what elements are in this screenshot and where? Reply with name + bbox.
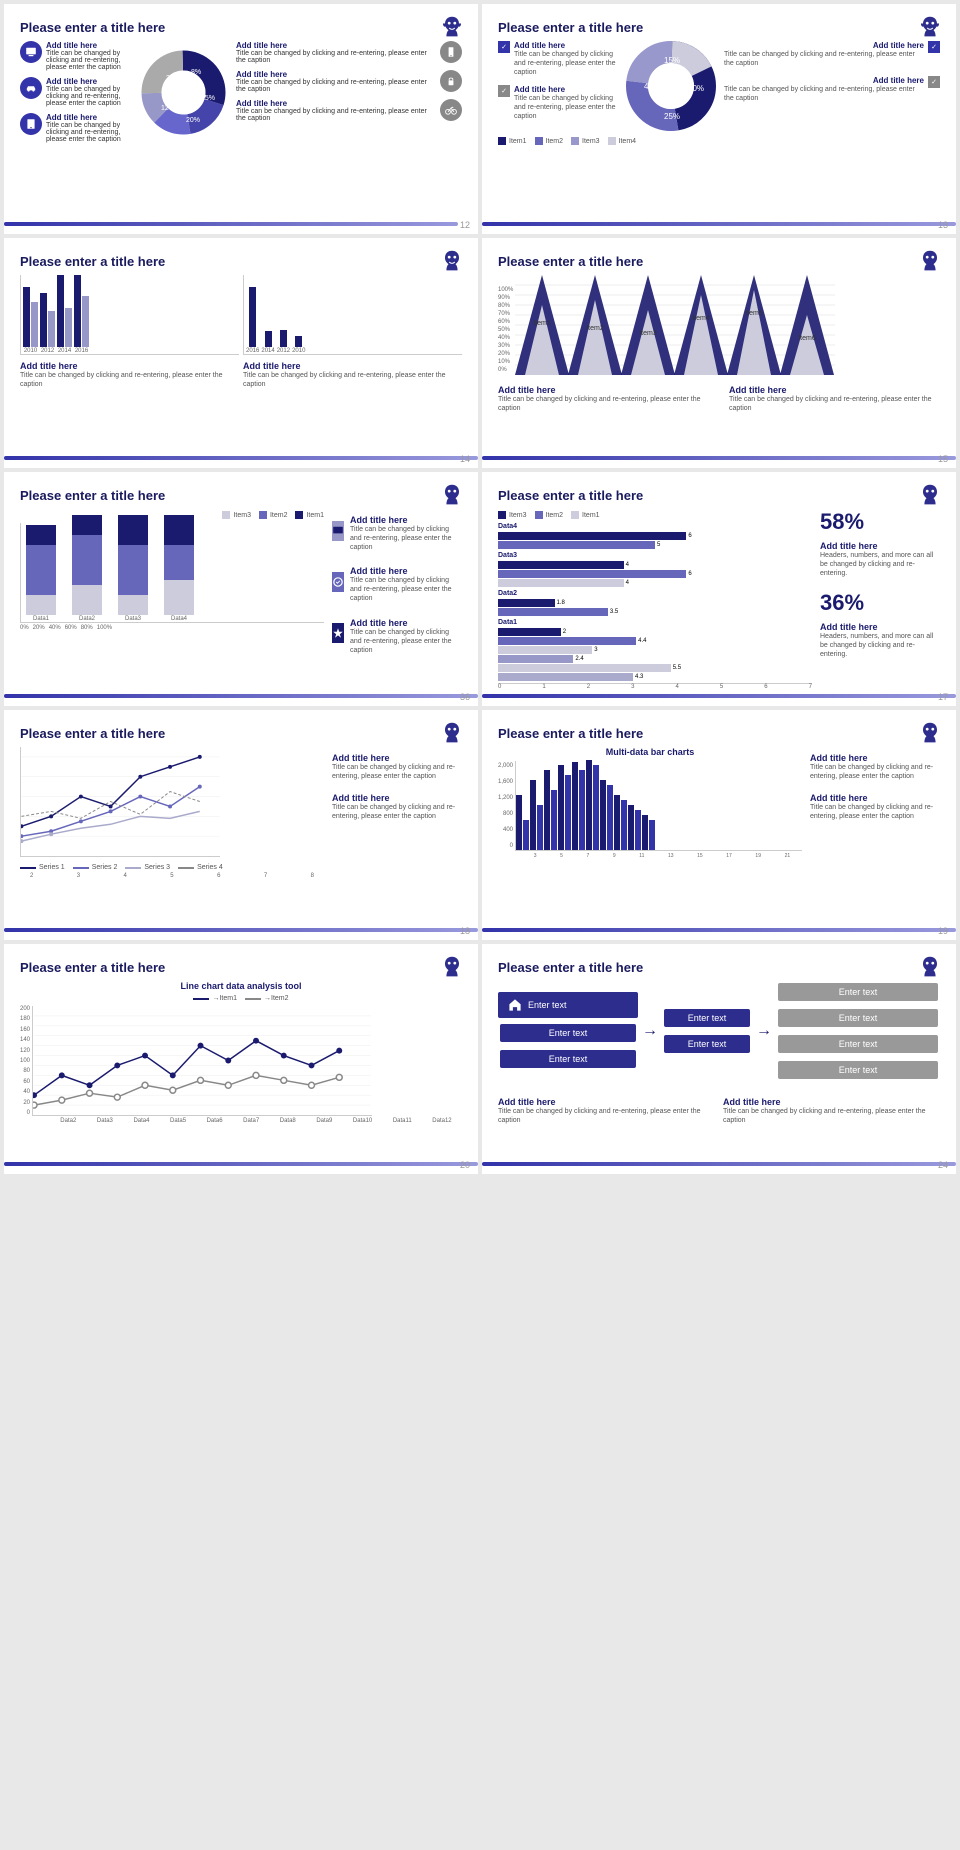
enter-text-left-2[interactable]: Enter text [500, 1050, 636, 1068]
icon-title-1: Add title here [46, 41, 130, 50]
svg-text:25%: 25% [201, 95, 215, 102]
svg-text:Item5: Item5 [746, 310, 764, 317]
svg-text:Item1: Item1 [534, 320, 552, 327]
slide-1: Please enter a title here [4, 4, 478, 234]
icon-title-5: Add title here [236, 70, 432, 79]
svg-text:Item2: Item2 [587, 325, 605, 332]
icon-computer [20, 41, 42, 63]
svg-text:Item3: Item3 [640, 330, 658, 337]
arrow-right-2: → [756, 1022, 772, 1040]
enter-text-right-2[interactable]: Enter text [778, 1009, 938, 1027]
slide-3: Please enter a title here 2010 [4, 238, 478, 468]
home-button[interactable]: Enter text [498, 992, 638, 1018]
icon-title-4: Add title here [236, 41, 432, 50]
lion-icon-10 [916, 954, 944, 982]
icon-bike [440, 99, 462, 121]
arrow-right-1: → [642, 1022, 658, 1040]
icon-list-3: Add title here Title can be changed by c… [332, 612, 462, 655]
slide-number-9: 20 [460, 1160, 470, 1170]
slide-4-title: Please enter a title here [498, 254, 940, 269]
svg-text:12%: 12% [161, 105, 175, 112]
lion-icon-6 [916, 482, 944, 510]
svg-text:20%: 20% [166, 75, 180, 82]
enter-text-mid-1[interactable]: Enter text [664, 1009, 750, 1027]
lion-icon-3 [438, 248, 466, 276]
slide-10: Please enter a title here Enter text Ent… [482, 944, 956, 1174]
enter-text-right-3[interactable]: Enter text [778, 1035, 938, 1053]
check-1: ✓ [498, 41, 510, 53]
slide-6-title: Please enter a title here [498, 488, 940, 503]
slide-number-5: 36 [460, 692, 470, 702]
svg-text:15%: 15% [664, 56, 680, 65]
slide-5: Please enter a title here Item3 Item2 It… [4, 472, 478, 706]
icon-title-3: Add title here [46, 113, 130, 122]
slide-2-title: Please enter a title here [498, 20, 940, 35]
slide-9: Please enter a title here Line chart dat… [4, 944, 478, 1174]
svg-text:40%: 40% [644, 82, 660, 91]
slide-number-3: 14 [460, 454, 470, 464]
slide-5-title: Please enter a title here [20, 488, 462, 503]
slide-8-title: Please enter a title here [498, 726, 940, 741]
home-button-label: Enter text [528, 1000, 567, 1010]
slide-number-6: 17 [938, 692, 948, 702]
enter-text-right-4[interactable]: Enter text [778, 1061, 938, 1079]
slide-9-title: Please enter a title here [20, 960, 462, 975]
lion-icon-4 [916, 248, 944, 276]
line-chart-1 [20, 747, 220, 857]
lion-icon-1 [438, 14, 466, 42]
icon-tablet [20, 113, 42, 135]
slide-number-7: 18 [460, 926, 470, 936]
lion-icon-8 [916, 720, 944, 748]
icon-phone [440, 41, 462, 63]
icon-list-2: Add title here Title can be changed by c… [332, 560, 462, 603]
slide-4: Please enter a title here 100% 90% 80% 7… [482, 238, 956, 468]
slide-7-title: Please enter a title here [20, 726, 462, 741]
svg-text:20%: 20% [186, 117, 200, 124]
lion-icon-2 [916, 14, 944, 42]
slide-number-2: 13 [938, 220, 948, 230]
lion-icon-7 [438, 720, 466, 748]
svg-text:Item4: Item4 [693, 315, 711, 322]
enter-text-mid-2[interactable]: Enter text [664, 1035, 750, 1053]
slide-10-title: Please enter a title here [498, 960, 940, 975]
pyramid-chart: Item1 Item2 Item3 Item4 [515, 275, 835, 375]
slide-number-4: 15 [938, 454, 948, 464]
slide-number-10: 24 [938, 1160, 948, 1170]
slide-6: Please enter a title here Item3 Item2 It… [482, 472, 956, 706]
svg-text:25%: 25% [664, 112, 680, 121]
lion-icon-9 [438, 954, 466, 982]
check-2: ✓ [498, 85, 510, 97]
enter-text-left-1[interactable]: Enter text [500, 1024, 636, 1042]
slide-7: Please enter a title here [4, 710, 478, 940]
slide-1-title: Please enter a title here [20, 20, 462, 35]
donut-chart-2: 40% 15% 20% 25% [626, 41, 716, 131]
icon-lock [440, 70, 462, 92]
icon-car [20, 77, 42, 99]
slide-number-8: 19 [938, 926, 948, 936]
svg-text:15%: 15% [163, 91, 177, 98]
check-4: ✓ [928, 76, 940, 88]
enter-text-right-1[interactable]: Enter text [778, 983, 938, 1001]
icon-title-2: Add title here [46, 77, 130, 86]
icon-list-1: Add title here Title can be changed by c… [332, 509, 462, 552]
slide-2: Please enter a title here ✓ Add title he… [482, 4, 956, 234]
slide-number-1: 12 [460, 220, 470, 230]
svg-text:20%: 20% [688, 84, 704, 93]
donut-chart-1: 20% 8% 25% 20% 12% 15% [141, 50, 226, 135]
line-analysis-chart [32, 1006, 372, 1116]
slide-3-title: Please enter a title here [20, 254, 462, 269]
slide-8: Please enter a title here Multi-data bar… [482, 710, 956, 940]
svg-text:8%: 8% [191, 69, 201, 76]
check-3: ✓ [928, 41, 940, 53]
svg-text:Item6: Item6 [799, 335, 817, 342]
lion-icon-5 [438, 482, 466, 510]
icon-title-6: Add title here [236, 99, 432, 108]
